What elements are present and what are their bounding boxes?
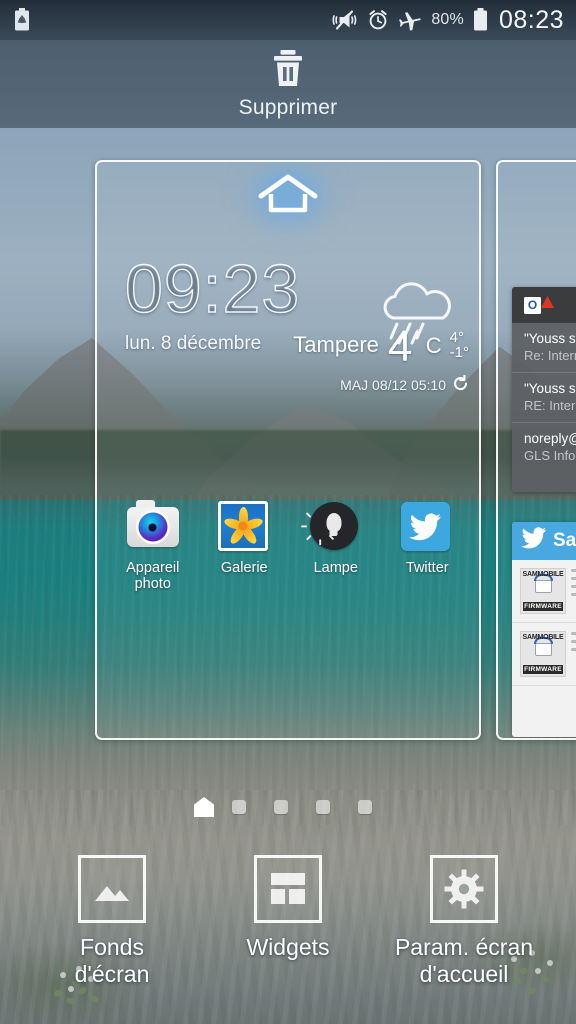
email-subject: GLS Infor (524, 448, 576, 463)
page-previews: 09:23 lun. 8 décembre Tampere 4 C 4° -1°… (0, 128, 576, 748)
page-dot-2[interactable] (232, 800, 246, 814)
page-dot-5[interactable] (358, 800, 372, 814)
email-sender: noreply@ (524, 431, 576, 446)
bottom-action-bar: Fonds d'écran Widgets Param. écran d'acc… (0, 855, 576, 1015)
app-label: Twitter (405, 560, 449, 576)
battery-percentage: 80% (431, 11, 464, 28)
email-sender: "Youss se (524, 381, 576, 396)
status-bar: 80% 08:23 (0, 0, 576, 40)
page-preview-current[interactable]: 09:23 lun. 8 décembre Tampere 4 C 4° -1°… (95, 160, 481, 740)
app-appareil-photo[interactable]: Appareil photo (109, 500, 197, 592)
camera-icon (126, 500, 179, 552)
vibrate-mute-icon (332, 9, 358, 31)
outlook-icon: O (524, 296, 541, 314)
twitter-bird-icon (521, 527, 547, 555)
page-indicator (0, 800, 576, 814)
tweet-text-lines (571, 631, 576, 677)
app-twitter[interactable]: Twitter (383, 500, 471, 576)
wallpaper-image-icon (78, 855, 146, 923)
email-widget[interactable]: O "Youss se Re: Intern "Youss se RE: Int… (512, 287, 576, 492)
refresh-icon[interactable] (452, 374, 469, 395)
app-galerie[interactable]: Galerie (200, 500, 288, 576)
thumb-brand: SAMMOBILE (522, 634, 564, 641)
twitter-widget-title: Sa (553, 530, 576, 551)
tweet-row[interactable]: SAMMOBILE FIRMWARE (512, 560, 576, 623)
app-label: Lampe (313, 560, 358, 576)
page-preview-next[interactable]: O "Youss se Re: Intern "Youss se RE: Int… (496, 160, 576, 740)
delete-label: Supprimer (238, 95, 338, 119)
home-settings-button[interactable]: Param. écran d'accueil (379, 855, 549, 988)
twitter-bird-icon (401, 500, 453, 552)
email-sender: "Youss se (524, 331, 576, 346)
gallery-flower-icon (218, 500, 270, 552)
email-subject: Re: Intern (524, 348, 576, 363)
widgets-button[interactable]: Widgets (203, 855, 373, 961)
warning-icon (541, 296, 554, 308)
app-icon-row: Appareil photo Galerie Lampe Twitter (107, 500, 473, 592)
thumb-tag: FIRMWARE (523, 602, 563, 611)
email-widget-header: O (512, 287, 576, 323)
thumb-brand: SAMMOBILE (522, 571, 564, 578)
widgets-label: Widgets (246, 934, 330, 960)
twitter-widget[interactable]: Sa SAMMOBILE FIRMWARE SAMMOBILE FIRMWARE (512, 522, 576, 737)
app-label: Appareil photo (126, 560, 180, 593)
status-bar-clock: 08:23 (498, 5, 564, 34)
delete-drop-zone[interactable]: Supprimer (0, 40, 576, 128)
alarm-icon (367, 9, 389, 31)
battery-saver-icon (14, 8, 30, 32)
widgets-grid-icon (254, 855, 322, 923)
battery-icon (473, 8, 488, 32)
tweet-text-lines (571, 568, 576, 614)
weather-city: Tampere (293, 332, 379, 357)
email-row[interactable]: "Youss se Re: Intern (512, 323, 576, 373)
airplane-mode-icon (398, 9, 422, 31)
trash-icon (271, 49, 305, 92)
tweet-thumbnail: SAMMOBILE FIRMWARE (520, 568, 566, 614)
tweet-thumbnail: SAMMOBILE FIRMWARE (520, 631, 566, 677)
home-icon[interactable] (257, 172, 319, 219)
thumb-tag: FIRMWARE (523, 665, 563, 674)
flashlight-icon (300, 500, 362, 552)
weather-update-row[interactable]: MAJ 08/12 05:10 (217, 374, 469, 395)
app-label: Galerie (220, 560, 268, 576)
wallpapers-button[interactable]: Fonds d'écran (27, 855, 197, 988)
weather-update-text: MAJ 08/12 05:10 (340, 377, 446, 393)
tweet-row[interactable]: SAMMOBILE FIRMWARE (512, 623, 576, 686)
home-settings-label: Param. écran d'accueil (394, 934, 534, 988)
app-lampe[interactable]: Lampe (292, 500, 380, 576)
email-subject: RE: Intern (524, 398, 576, 413)
page-dot-4[interactable] (316, 800, 330, 814)
gear-icon (430, 855, 498, 923)
twitter-widget-header: Sa (512, 522, 576, 560)
email-row[interactable]: "Youss se RE: Intern (512, 373, 576, 423)
weather-section[interactable]: Tampere 4 ° C 4° -1° MAJ 08/12 05:10 (217, 282, 469, 395)
page-dot-3[interactable] (274, 800, 288, 814)
rain-cloud-icon (373, 282, 461, 351)
home-screen-edit-mode: 80% 08:23 Supprimer 09:23 lun. 8 décembr… (0, 0, 576, 1024)
wallpapers-label: Fonds d'écran (74, 934, 150, 988)
email-row[interactable]: noreply@ GLS Infor (512, 423, 576, 472)
